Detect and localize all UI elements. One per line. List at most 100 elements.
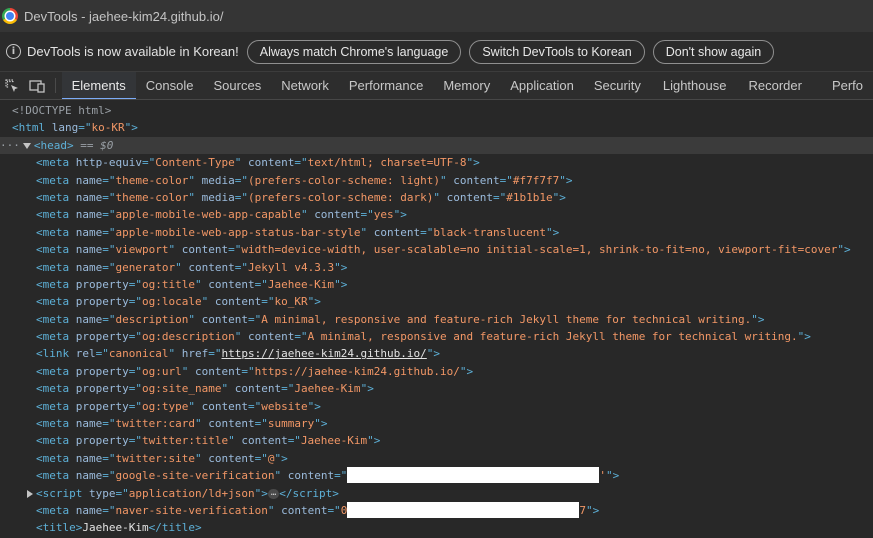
dom-node-line[interactable]: <meta property="twitter:title" content="… bbox=[0, 432, 873, 449]
tab-performance-insights[interactable]: Perfo bbox=[812, 72, 873, 99]
devtools-tabbar: Elements Console Sources Network Perform… bbox=[0, 72, 873, 100]
attr-value: Jaehee-Kim bbox=[267, 277, 335, 291]
attr-value: og:type bbox=[141, 399, 189, 413]
expand-node-icon[interactable] bbox=[27, 489, 33, 498]
dont-show-again-button[interactable]: Don't show again bbox=[652, 39, 775, 64]
dom-node-line[interactable]: <link rel="canonical" href="https://jaeh… bbox=[0, 345, 873, 362]
attr-value: og:title bbox=[141, 277, 195, 291]
tag-name: title bbox=[42, 521, 76, 535]
dom-node-line[interactable]: <meta name="theme-color" media="(prefers… bbox=[0, 172, 873, 189]
more-actions-icon[interactable]: ··· bbox=[0, 139, 20, 152]
tab-recorder[interactable]: Recorder bbox=[738, 72, 811, 99]
attr-name: content bbox=[247, 156, 295, 170]
attr-name: content bbox=[373, 225, 421, 239]
tab-performance[interactable]: Performance bbox=[339, 72, 433, 99]
attr-value: black-translucent bbox=[433, 225, 546, 239]
dom-node-line[interactable]: <meta property="og:url" content="https:/… bbox=[0, 363, 873, 380]
tag-name: meta bbox=[42, 208, 70, 222]
dom-node-line[interactable]: <meta http-equiv="Content-Type" content=… bbox=[0, 154, 873, 171]
attr-value: og:site_name bbox=[141, 382, 222, 396]
node-text: Jaehee-Kim bbox=[82, 521, 149, 535]
html-open-line[interactable]: <html lang="ko-KR"> bbox=[0, 119, 873, 136]
redacted-prefix: 0 bbox=[340, 503, 348, 517]
dom-node-line[interactable]: <meta property="og:type" content="websit… bbox=[0, 398, 873, 415]
switch-to-korean-button[interactable]: Switch DevTools to Korean bbox=[469, 39, 645, 64]
dom-node-line[interactable]: <meta name="google-site-verification" co… bbox=[0, 467, 873, 484]
inspect-element-icon[interactable] bbox=[0, 72, 24, 99]
attr-value: width=device-width, user-scalable=no ini… bbox=[241, 243, 838, 257]
dom-node-line[interactable]: <meta property="og:description" content=… bbox=[0, 328, 873, 345]
dom-node-line[interactable]: <meta name="theme-color" media="(prefers… bbox=[0, 189, 873, 206]
dom-node-line[interactable]: <meta name="twitter:site" content="@"> bbox=[0, 450, 873, 467]
attr-value: #f7f7f7 bbox=[512, 173, 560, 187]
attr-name: name bbox=[75, 173, 103, 187]
attr-value: twitter:site bbox=[115, 451, 195, 465]
attr-name: content bbox=[181, 243, 229, 257]
language-infobar: i DevTools is now available in Korean! A… bbox=[0, 32, 873, 72]
tag-name: script bbox=[42, 486, 83, 500]
attr-value: A minimal, responsive and feature-rich J… bbox=[261, 312, 752, 326]
attr-name: property bbox=[75, 434, 129, 448]
attr-name: type bbox=[89, 486, 116, 500]
dom-node-line[interactable]: <meta name="description" content="A mini… bbox=[0, 311, 873, 328]
attr-name: content bbox=[201, 399, 248, 413]
dom-node-line[interactable]: <meta property="og:site_name" content="J… bbox=[0, 380, 873, 397]
window-titlebar: DevTools - jaehee-kim24.github.io/ bbox=[0, 0, 873, 32]
attr-name: href bbox=[181, 347, 209, 361]
attr-name: property bbox=[75, 277, 129, 291]
attr-value: website bbox=[261, 399, 308, 413]
dom-node-line[interactable]: <meta name="twitter:card" content="summa… bbox=[0, 415, 873, 432]
elements-dom-tree: <!DOCTYPE html> <html lang="ko-KR"> ··· <… bbox=[0, 100, 873, 537]
attr-value: theme-color bbox=[115, 173, 189, 187]
head-selected-marker: == $0 bbox=[80, 138, 114, 152]
head-line[interactable]: ··· <head> == $0 bbox=[0, 136, 873, 155]
attr-link-value[interactable]: https://jaehee-kim24.github.io/ bbox=[221, 347, 426, 360]
attr-name: name bbox=[75, 469, 103, 483]
tab-application[interactable]: Application bbox=[500, 72, 584, 99]
tab-memory[interactable]: Memory bbox=[433, 72, 500, 99]
tag-name: meta bbox=[42, 277, 70, 291]
device-toolbar-icon[interactable] bbox=[24, 72, 48, 99]
dom-node-line[interactable]: <meta name="generator" content="Jekyll v… bbox=[0, 259, 873, 276]
dom-node-line[interactable]: <script type="application/ld+json">… </sc… bbox=[0, 485, 873, 502]
attr-name: property bbox=[75, 364, 129, 378]
dom-node-line[interactable]: <meta name="apple-mobile-web-app-capable… bbox=[0, 206, 873, 223]
attr-value: apple-mobile-web-app-capable bbox=[115, 208, 301, 222]
dom-node-line[interactable]: <title>Jaehee-Kim</title> bbox=[0, 519, 873, 536]
attr-value: google-site-verification bbox=[115, 469, 275, 483]
attr-name: content bbox=[214, 295, 262, 309]
attr-value: viewport bbox=[115, 243, 169, 257]
tag-name: meta bbox=[42, 469, 70, 483]
tab-lighthouse[interactable]: Lighthouse bbox=[651, 72, 739, 99]
dom-node-line[interactable]: <meta name="apple-mobile-web-app-status-… bbox=[0, 224, 873, 241]
window-title: DevTools - jaehee-kim24.github.io/ bbox=[24, 8, 224, 24]
tab-elements[interactable]: Elements bbox=[61, 72, 137, 99]
attr-value: Jekyll v4.3.3 bbox=[247, 260, 335, 274]
tab-network[interactable]: Network bbox=[271, 72, 339, 99]
attr-name: content bbox=[247, 330, 295, 344]
dom-node-line[interactable]: <meta property="og:title" content="Jaehe… bbox=[0, 276, 873, 293]
tab-security[interactable]: Security bbox=[584, 72, 651, 99]
attr-name: http-equiv bbox=[75, 156, 142, 170]
tab-sources[interactable]: Sources bbox=[204, 72, 272, 99]
tag-name: meta bbox=[42, 260, 70, 274]
infobar-message: DevTools is now available in Korean! bbox=[27, 44, 239, 59]
dom-node-line[interactable]: <meta name="viewport" content="width=dev… bbox=[0, 241, 873, 258]
redaction-box bbox=[347, 467, 600, 484]
attr-value: theme-color bbox=[115, 190, 189, 204]
attr-name: name bbox=[75, 190, 103, 204]
attr-name: name bbox=[75, 260, 103, 274]
attr-name: property bbox=[75, 382, 129, 396]
dom-node-line[interactable]: <meta property="og:locale" content="ko_K… bbox=[0, 293, 873, 310]
doctype-line[interactable]: <!DOCTYPE html> bbox=[0, 102, 873, 119]
attr-value: og:description bbox=[141, 330, 235, 344]
collapsed-content-button[interactable]: … bbox=[267, 488, 280, 499]
expand-head-icon[interactable] bbox=[22, 142, 31, 149]
attr-value: og:locale bbox=[141, 295, 202, 309]
tab-console[interactable]: Console bbox=[136, 72, 204, 99]
attr-name: content bbox=[208, 277, 255, 291]
attr-name: content bbox=[234, 382, 282, 396]
always-match-language-button[interactable]: Always match Chrome's language bbox=[246, 39, 462, 64]
tag-name: meta bbox=[42, 417, 70, 431]
dom-node-line[interactable]: <meta name="naver-site-verification" con… bbox=[0, 501, 873, 519]
